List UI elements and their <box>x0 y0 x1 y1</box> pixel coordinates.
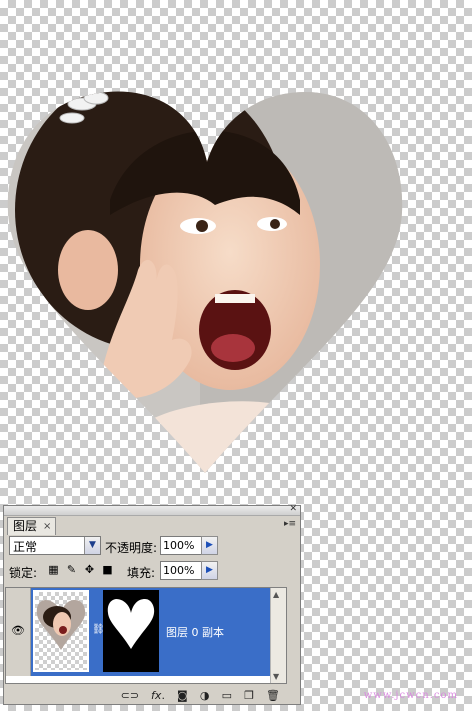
opacity-label: 不透明度: <box>105 541 158 555</box>
thumbnail-heart <box>36 600 86 650</box>
layer-thumbnail[interactable] <box>33 590 89 672</box>
scroll-up-icon[interactable]: ▲ <box>273 590 279 599</box>
panel-tab-row: 图层 × ▸≡ <box>4 516 300 535</box>
lock-image-icon[interactable]: ✎ <box>66 564 77 576</box>
chevron-down-icon[interactable]: ▼ <box>84 537 100 554</box>
link-layers-icon[interactable]: ⊂⊃ <box>121 689 139 702</box>
layer-name[interactable]: 图层 0 副本 <box>166 624 224 640</box>
lock-row: 锁定: ▦ ✎ ✥ ■ 填充: 100% ▶ <box>4 561 300 583</box>
new-layer-icon[interactable]: ❐ <box>244 689 254 702</box>
document-canvas <box>7 91 403 473</box>
trash-icon[interactable]: 🗑 <box>266 689 280 702</box>
panel-close-icon[interactable]: ✕ <box>289 504 297 514</box>
lock-all-icon[interactable]: ■ <box>102 564 113 576</box>
scroll-down-icon[interactable]: ▼ <box>273 672 279 681</box>
watermark: www.jcwcn.com <box>363 690 458 701</box>
opacity-input[interactable]: 100% <box>160 536 204 555</box>
tab-close-icon[interactable]: × <box>43 518 51 535</box>
blend-mode-select[interactable]: 正常 ▼ <box>9 536 101 555</box>
layers-list: 👁 ⛓ 图层 0 副本 ▲ ▼ <box>5 587 287 684</box>
opacity-slider-button[interactable]: ▶ <box>201 536 218 555</box>
layer-row[interactable]: 👁 ⛓ 图层 0 副本 <box>6 588 286 676</box>
visibility-cell[interactable]: 👁 <box>6 588 31 676</box>
layer-mask-thumbnail[interactable] <box>103 590 159 672</box>
mask-heart <box>107 599 155 649</box>
adjustment-icon[interactable]: ◑ <box>200 689 210 702</box>
fill-slider-button[interactable]: ▶ <box>201 561 218 580</box>
lock-position-icon[interactable]: ✥ <box>84 564 95 576</box>
fx-icon[interactable]: fx. <box>151 689 165 702</box>
fill-input[interactable]: 100% <box>160 561 204 580</box>
folder-icon[interactable]: ▭ <box>222 689 232 702</box>
layers-panel: ✕ 图层 × ▸≡ 正常 ▼ 不透明度: 100% ▶ 锁定: ▦ ✎ ✥ ■ … <box>3 504 301 705</box>
fill-label: 填充: <box>127 566 156 580</box>
lock-transparency-icon[interactable]: ▦ <box>48 564 59 576</box>
heart-photo <box>7 91 403 473</box>
lock-label: 锁定: <box>9 566 38 580</box>
blend-row: 正常 ▼ 不透明度: 100% ▶ <box>4 536 300 558</box>
layers-scrollbar[interactable]: ▲ ▼ <box>270 588 286 683</box>
tab-label: 图层 <box>13 519 38 533</box>
eye-icon[interactable]: 👁 <box>11 624 25 637</box>
panel-menu-icon[interactable]: ▸≡ <box>284 519 296 529</box>
tab-layers[interactable]: 图层 × <box>7 517 57 535</box>
mask-icon[interactable]: ◙ <box>177 689 188 702</box>
panel-titlebar[interactable]: ✕ <box>4 504 300 516</box>
layers-bottom-bar: ⊂⊃ fx. ◙ ◑ ▭ ❐ 🗑 <box>4 686 300 704</box>
blend-mode-value: 正常 <box>13 540 38 554</box>
